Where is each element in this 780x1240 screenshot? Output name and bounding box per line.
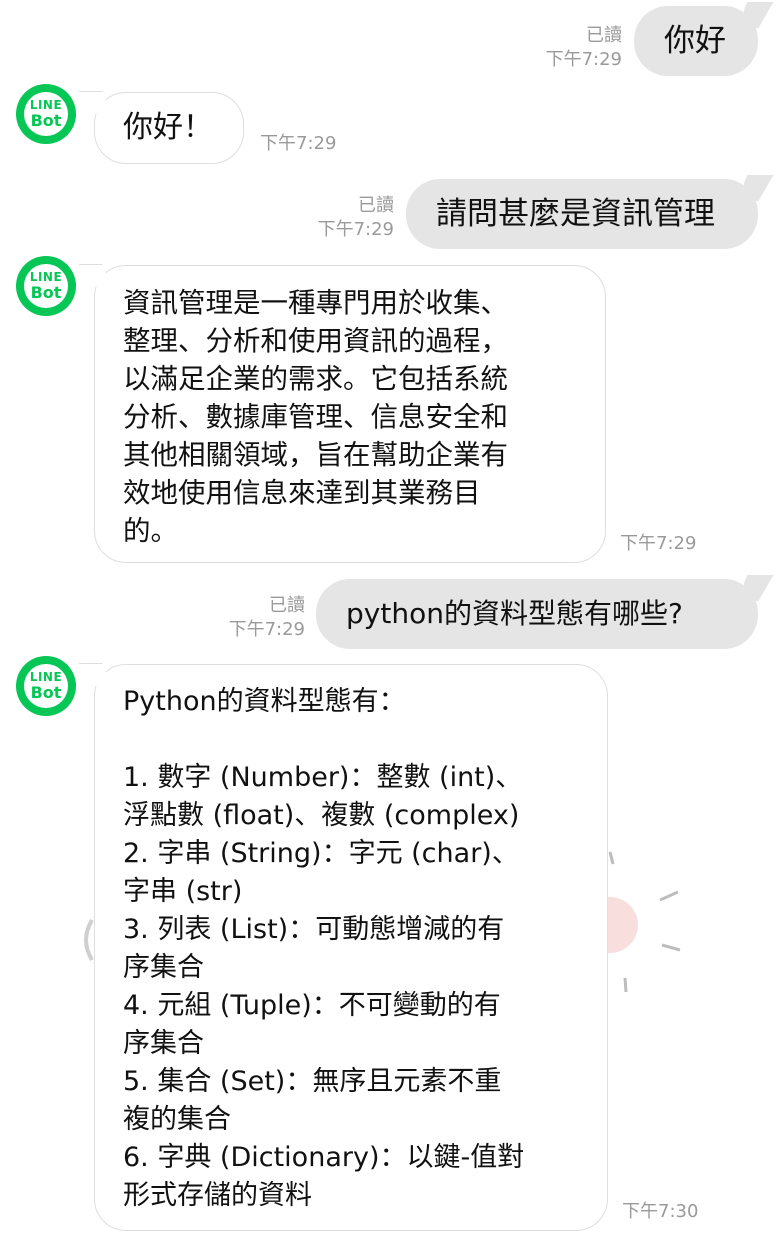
timestamp: 下午7:29 — [317, 219, 394, 240]
chat-area[interactable]: 已讀 下午7:29 你好 LINE Bot 你好！ 下午7:29 已讀 下午7:… — [0, 0, 780, 1240]
timestamp: 下午7:29 — [228, 619, 305, 640]
outgoing-message-bubble[interactable]: 你好 — [634, 6, 758, 76]
outgoing-message-bubble[interactable]: python的資料型態有哪些? — [316, 579, 758, 649]
avatar-label-line2: Bot — [30, 111, 62, 130]
timestamp: 下午7:29 — [620, 533, 697, 554]
incoming-message-bubble[interactable]: 資訊管理是一種專門用於收集、 整理、分析和使用資訊的過程， 以滿足企業的需求。它… — [94, 265, 606, 563]
incoming-message-bubble[interactable]: 你好！ — [94, 92, 244, 164]
timestamp: 下午7:29 — [260, 133, 337, 154]
message-meta: 已讀 下午7:29 — [546, 24, 622, 72]
read-receipt: 已讀 — [269, 595, 305, 616]
message-meta: 已讀 下午7:29 — [318, 194, 394, 242]
timestamp: 下午7:29 — [545, 49, 622, 70]
avatar-label-line2: Bot — [30, 683, 62, 702]
read-receipt: 已讀 — [586, 25, 622, 46]
timestamp: 下午7:30 — [622, 1201, 699, 1222]
outgoing-message-bubble[interactable]: 請問甚麼是資訊管理 — [406, 179, 758, 249]
linebot-avatar-icon[interactable]: LINE Bot — [16, 656, 76, 716]
linebot-avatar-icon[interactable]: LINE Bot — [16, 84, 76, 144]
incoming-message-bubble[interactable]: Python的資料型態有： 1. 數字 (Number)：整數 (int)、 浮… — [94, 664, 608, 1231]
message-meta: 已讀 下午7:29 — [229, 594, 305, 642]
avatar-label-line2: Bot — [30, 283, 62, 302]
read-receipt: 已讀 — [358, 195, 394, 216]
linebot-avatar-icon[interactable]: LINE Bot — [16, 256, 76, 316]
